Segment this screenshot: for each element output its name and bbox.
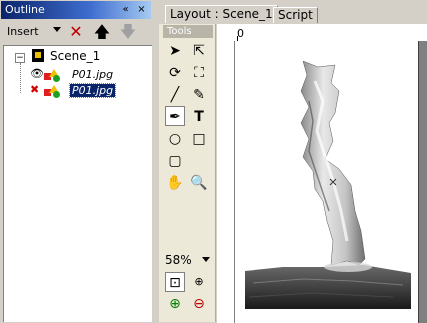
ruler-zero-label: 0 [237, 27, 244, 40]
scene-label[interactable]: Scene_1 [50, 49, 100, 63]
move-up-icon[interactable]: 🡅 [93, 23, 111, 41]
layout-canvas[interactable] [235, 41, 427, 323]
zoom-icon[interactable]: 🔍 [189, 173, 209, 193]
layout-panel: Layout : Scene_1 Script Tools ➤ ⇱ ⟳ ⛶ ╱ … [157, 1, 427, 323]
tools-palette: Tools ➤ ⇱ ⟳ ⛶ ╱ ✎ ✒ T ○ □ ▢ ✋ 🔍 58% ⊡ ⊕ … [159, 24, 216, 322]
tree-item-label-selected[interactable]: P01.jpg [68, 83, 117, 98]
eye-icon[interactable]: 👁 [30, 68, 44, 79]
zoom-level[interactable]: 58% [165, 253, 192, 267]
rotate-icon[interactable]: ⟳ [165, 63, 185, 83]
tree-item[interactable]: ✖ P01.jpg [30, 83, 150, 99]
select-arrow-icon[interactable]: ➤ [165, 41, 185, 61]
tree-item-label[interactable]: P01.jpg [70, 68, 115, 81]
ruler-vertical [217, 41, 235, 323]
image-object-icon [44, 85, 66, 99]
transform-icon[interactable]: ⛶ [189, 63, 209, 83]
tab-layout[interactable]: Layout : Scene_1 [165, 5, 278, 23]
rounded-rect-icon[interactable]: ▢ [165, 151, 185, 171]
zoom-fit-icon[interactable]: ⊡ [165, 272, 185, 292]
pen-icon[interactable]: ✒ [165, 106, 185, 126]
tree-expander[interactable]: − [15, 53, 25, 63]
page-shadow [419, 41, 427, 323]
zoom-100-icon[interactable]: ⊕ [189, 272, 209, 292]
pencil-icon[interactable]: ✎ [189, 85, 209, 105]
rectangle-icon[interactable]: □ [189, 129, 209, 149]
line-icon[interactable]: ╱ [165, 85, 185, 105]
zoom-dropdown-icon[interactable] [202, 257, 210, 262]
collapse-icon[interactable]: « [119, 3, 132, 16]
scene-clapper-icon [32, 49, 44, 62]
hand-icon[interactable]: ✋ [165, 173, 185, 193]
outline-toolbar: Insert ✕ 🡅 🡇 [1, 21, 151, 43]
tree-connector [20, 63, 21, 93]
tree-item[interactable]: 👁 P01.jpg [30, 67, 150, 83]
text-icon[interactable]: T [189, 107, 209, 127]
close-icon[interactable]: × [135, 3, 148, 16]
tab-script[interactable]: Script [273, 7, 318, 23]
zoom-in-icon[interactable]: ⊕ [165, 294, 185, 314]
image-object-icon [44, 69, 66, 83]
tools-header: Tools [163, 25, 213, 38]
outline-panel: Outline « × Insert ✕ 🡅 🡇 − Scene_1 👁 P01… [1, 1, 152, 322]
delete-icon[interactable]: ✕ [67, 23, 85, 41]
hidden-eye-icon[interactable]: ✖ [30, 84, 44, 95]
outline-tree: − Scene_1 👁 P01.jpg ✖ P01.jpg [3, 45, 152, 322]
ellipse-icon[interactable]: ○ [165, 129, 185, 149]
insert-menu[interactable]: Insert [7, 25, 39, 38]
direct-select-icon[interactable]: ⇱ [189, 41, 209, 61]
ruler-horizontal: 0 [217, 24, 427, 42]
outline-title: Outline [5, 3, 45, 16]
chevron-down-icon[interactable] [53, 27, 61, 32]
move-down-icon[interactable]: 🡇 [119, 23, 137, 41]
outline-titlebar[interactable]: Outline « × [1, 1, 151, 19]
waterfall-image[interactable] [243, 61, 413, 311]
zoom-out-icon[interactable]: ⊖ [189, 294, 209, 314]
